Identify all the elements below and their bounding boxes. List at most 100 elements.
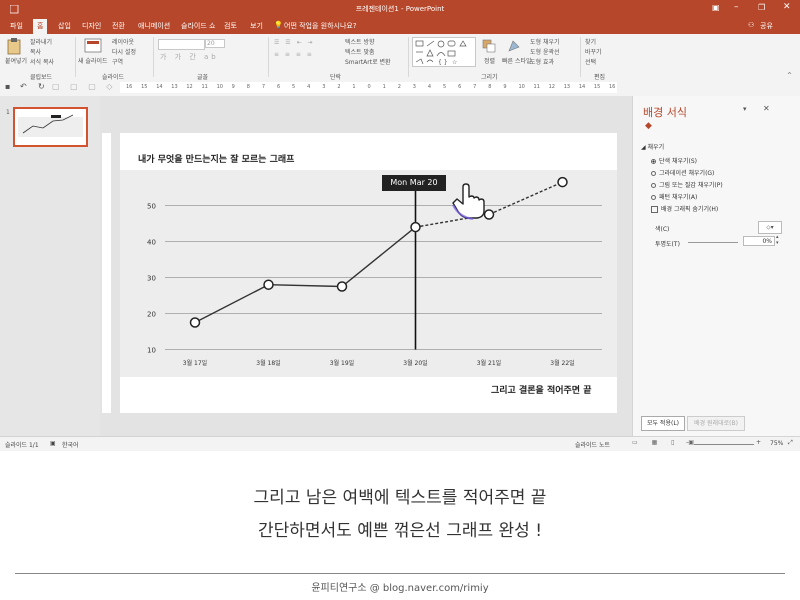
ruler-tick-label: 9 (231, 84, 235, 90)
shape-outline-button[interactable]: 도형 윤곽선 (530, 47, 560, 56)
align-buttons[interactable]: ≡ ≡ ≡ ≡ (274, 51, 314, 58)
arrange-button[interactable]: 정렬 (484, 56, 495, 65)
slide-thumbnail[interactable] (13, 107, 88, 147)
ruler-tick-label: 1 (352, 84, 356, 90)
replace-button[interactable]: 바꾸기 (585, 47, 602, 56)
font-format-buttons[interactable]: 가 가 간 ab (160, 52, 219, 62)
cut-button[interactable]: 잘라내기 (30, 37, 52, 46)
option-picture-fill[interactable]: 그림 또는 질감 채우기(P) (651, 180, 723, 189)
tab-transitions[interactable]: 전환 (112, 21, 125, 31)
smartart-button[interactable]: SmartArt로 변환 (345, 57, 391, 66)
apply-to-all-button[interactable]: 모두 적용(L) (641, 416, 685, 431)
fill-section-label: 채우기 (647, 144, 665, 151)
ribbon-display-icon[interactable]: ▣ (712, 3, 720, 12)
spinner-icon[interactable]: ▴ ▾ (776, 234, 779, 246)
slide[interactable]: 10 20 30 40 50 3월 17일 3월 18일 3월 19일 3월 20일 3월 21일… (120, 133, 617, 413)
tab-design[interactable]: 디자인 (82, 21, 101, 31)
zoom-slider[interactable] (694, 444, 754, 445)
undo-icon[interactable]: ↶ (20, 82, 27, 91)
shapes-gallery-icon[interactable]: { } ☆ (412, 37, 476, 67)
horizontal-ruler: 16 15 14 13 12 11 10 9 8 7 6 5 4 3 2 1 0 1 2 3 4 5 6 7 8 9 10 11 12 1… (120, 82, 617, 93)
slide-count: 슬라이드 1/1 (5, 442, 39, 449)
zoom-out-icon[interactable]: – (686, 439, 689, 446)
option-gradient-fill[interactable]: 그라데이션 채우기(G) (651, 168, 714, 177)
shape-fill-button[interactable]: 도형 채우기 (530, 37, 560, 46)
user-icon: ⚇ (748, 21, 755, 29)
pane-close-icon[interactable]: ✕ (763, 104, 770, 113)
data-point (557, 176, 568, 188)
quick-styles-icon[interactable] (507, 39, 521, 53)
view-buttons[interactable]: ▭ ▦ ▯ ▣ (632, 439, 700, 446)
format-painter-button[interactable]: 서식 복사 (30, 57, 54, 66)
tell-me-box[interactable]: 어떤 작업을 원하시나요? (284, 21, 357, 31)
notes-button[interactable]: 슬라이드 노트 (575, 440, 610, 449)
font-size-field[interactable]: 20 (205, 39, 225, 48)
ruler-tick-label: 1 (382, 84, 386, 90)
tab-slideshow[interactable]: 슬라이드 쇼 (181, 21, 215, 31)
paste-icon[interactable] (7, 38, 23, 56)
tab-home[interactable]: 홈 (33, 19, 48, 34)
thumbnail-chart (18, 114, 83, 137)
svg-text:{ }: { } (438, 59, 448, 66)
ruler-tick-label: 13 (171, 84, 178, 90)
zoom-level[interactable]: 75% (770, 440, 783, 447)
text-direction-button[interactable]: 텍스트 방향 (345, 37, 375, 46)
redo-icon[interactable]: ↻ (38, 82, 45, 91)
language-status[interactable]: 한국어 (62, 440, 79, 449)
tab-insert[interactable]: 삽입 (58, 21, 71, 31)
font-name-field[interactable] (158, 39, 205, 50)
minimize-icon[interactable]: – (734, 2, 739, 12)
color-picker[interactable]: ⬦▾ (758, 221, 782, 234)
arrange-icon[interactable] (482, 39, 496, 53)
new-slide-icon[interactable] (84, 38, 102, 54)
collapse-ribbon-icon[interactable]: ^ (787, 72, 792, 79)
section-button[interactable]: 구역 (112, 57, 123, 66)
paste-button[interactable]: 붙여넣기 (5, 56, 27, 65)
ruler-tick-label: 5 (442, 84, 447, 90)
option-solid-fill[interactable]: 단색 채우기(S) (651, 156, 697, 165)
transparency-slider[interactable] (688, 242, 738, 243)
fill-section-header[interactable]: ◢ 채우기 (641, 142, 664, 151)
restore-icon[interactable]: ❐ (758, 3, 765, 12)
tab-view[interactable]: 보기 (250, 21, 263, 31)
option-label: 패턴 채우기(A) (659, 194, 698, 201)
zoom-in-icon[interactable]: + (756, 439, 761, 446)
transparency-field[interactable]: 0% (743, 236, 775, 246)
option-label: 단색 채우기(S) (659, 158, 697, 165)
slide-title[interactable]: 내가 무엇을 만드는지는 잘 모르는 그래프 (138, 152, 294, 165)
save-icon[interactable]: ▪ (5, 82, 10, 91)
option-pattern-fill[interactable]: 패턴 채우기(A) (651, 192, 697, 201)
tab-review[interactable]: 검토 (224, 21, 237, 31)
reset-background-button[interactable]: 배경 원래대로(B) (687, 416, 745, 431)
hide-bg-graphics-checkbox[interactable]: 배경 그래픽 숨기기(H) (651, 204, 718, 213)
tab-animations[interactable]: 애니메이션 (138, 21, 170, 31)
pane-options-icon[interactable]: ▾ (743, 105, 747, 113)
caption-line-1: 그리고 남은 여백에 텍스트를 적어주면 끝 (253, 488, 547, 508)
close-icon[interactable]: ✕ (783, 2, 791, 12)
ruler-tick-label: 5 (292, 84, 296, 90)
quick-styles-button[interactable]: 빠른 스타일 (502, 56, 532, 65)
align-text-button[interactable]: 텍스트 맞춤 (345, 47, 375, 56)
list-buttons[interactable]: ☰ ☰ ⇤ ⇥ (274, 39, 315, 46)
select-button[interactable]: 선택 (585, 57, 596, 66)
quick-access-toolbar: ▪ ↶ ↻ ▢ ▢ ▢ ◇ ▭ 16 15 14 13 12 11 10 9 8 7 6 5 4 3 2 1 0… (0, 80, 800, 97)
new-slide-button[interactable]: 새 슬라이드 (78, 56, 108, 65)
fill-bucket-icon[interactable]: ◆ (645, 121, 652, 131)
fit-slide-icon[interactable]: ⤢ (788, 439, 793, 447)
radio-icon (651, 171, 656, 176)
slide-conclusion[interactable]: 그리고 결론을 적어주면 끝 (491, 383, 591, 396)
shape-effects-button[interactable]: 도형 효과 (530, 57, 554, 66)
tab-file[interactable]: 파일 (10, 21, 23, 31)
copy-button[interactable]: 복사 (30, 47, 41, 56)
ruler-tick-label: 16 (609, 84, 616, 90)
hand-cursor-icon (452, 183, 485, 220)
layout-button[interactable]: 레이아웃 (112, 37, 134, 46)
line-chart: 10 20 30 40 50 3월 17일 3월 18일 3월 19일 3월 20일 3월 21일… (120, 170, 617, 377)
reset-button[interactable]: 다시 설정 (112, 47, 136, 56)
spellcheck-icon[interactable]: ▣ (50, 440, 56, 447)
share-button[interactable]: 공유 (760, 21, 773, 31)
find-button[interactable]: 찾기 (585, 37, 596, 46)
y-tick-label: 10 (147, 347, 156, 355)
caption-line-2: 간단하면서도 예쁜 꺾은선 그래프 완성 ! (257, 521, 543, 541)
ruler-tick-label: 12 (186, 84, 193, 90)
